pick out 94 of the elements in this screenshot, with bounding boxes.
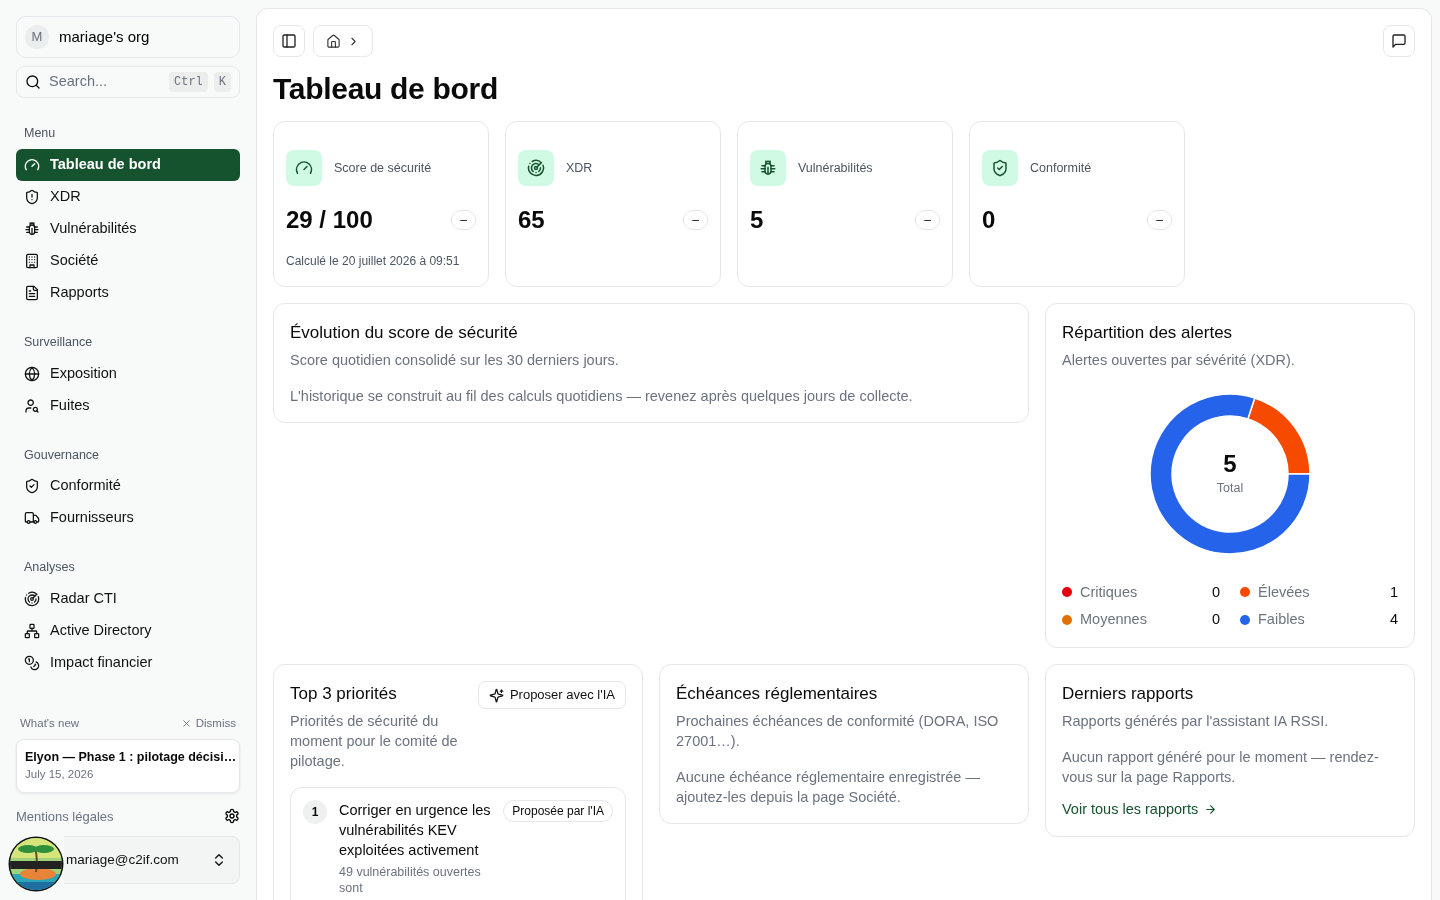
section-label: Surveillance bbox=[23, 333, 94, 351]
card-title: Répartition des alertes bbox=[1062, 322, 1234, 344]
card-title: Évolution du score de sécurité bbox=[290, 322, 519, 344]
legend-label: Moyennes bbox=[1080, 610, 1148, 630]
legend-count: 0 bbox=[1211, 610, 1220, 630]
nav-item[interactable]: Vulnérabilités bbox=[16, 212, 240, 245]
news-card[interactable]: Elyon — Phase 1 : pilotage décisi… July 15, 2026 bbox=[16, 738, 240, 793]
card-subtitle: Priorités de sécurité du moment pour le comité de pilotage. bbox=[290, 711, 459, 771]
network-icon bbox=[24, 623, 40, 639]
sparkles-icon bbox=[488, 687, 504, 703]
user-menu-button[interactable]: mariage@c2if.com bbox=[64, 836, 240, 884]
coins-icon bbox=[24, 655, 40, 671]
legend-count: 0 bbox=[1211, 582, 1220, 602]
empty-message: Aucun rapport généré pour le moment — rendez-vous sur la page Rapports. bbox=[1062, 747, 1380, 787]
legend-label: Critiques bbox=[1080, 582, 1139, 602]
bug-icon bbox=[24, 220, 40, 237]
home-breadcrumb[interactable] bbox=[313, 25, 373, 57]
user-search-icon bbox=[24, 397, 40, 414]
nav-item[interactable]: Tableau de bord bbox=[16, 148, 240, 181]
rank-badge: 1 bbox=[303, 799, 327, 824]
card-subtitle: Score quotidien consolidé sur les 30 derniers jours. bbox=[290, 350, 620, 370]
org-avatar: M bbox=[25, 25, 49, 49]
gauge-icon bbox=[24, 156, 40, 173]
nav-item[interactable]: Conformité bbox=[16, 470, 240, 503]
legend-label: Élevées bbox=[1258, 582, 1311, 602]
sidebar-icon bbox=[281, 33, 297, 49]
gauge-icon bbox=[286, 150, 322, 186]
card-title: Échéances réglementaires bbox=[676, 683, 879, 705]
stat-label: Conformité bbox=[1030, 159, 1092, 177]
stat-value: 29 / 100 bbox=[286, 205, 373, 235]
ai-suggest-button[interactable]: Proposer avec l'IA bbox=[477, 681, 626, 709]
card-title: Top 3 priorités bbox=[290, 683, 398, 705]
radar-icon bbox=[24, 591, 40, 607]
nav-item[interactable]: Rapports bbox=[16, 276, 240, 309]
sidebar-toggle-button[interactable] bbox=[273, 25, 305, 57]
reports-link[interactable]: Voir tous les rapports bbox=[1062, 798, 1218, 821]
card-subtitle: Rapports générés par l'assistant IA RSSI. bbox=[1062, 711, 1330, 731]
legend-label: Faibles bbox=[1258, 610, 1306, 630]
nav-item[interactable]: Société bbox=[16, 244, 240, 277]
dismiss-button[interactable]: Dismiss bbox=[180, 715, 236, 733]
arrow-icon bbox=[1204, 802, 1218, 816]
nav-item[interactable]: XDR bbox=[16, 180, 240, 213]
truck-icon bbox=[24, 510, 40, 527]
priority-description: 49 vulnérabilités ouvertes sont bbox=[339, 863, 482, 896]
empty-message: L'historique se construit au fil des calculs quotidiens — revenez après quelques jours de collecte. bbox=[290, 386, 914, 406]
nav-item[interactable]: Exposition bbox=[16, 357, 240, 390]
nav-item[interactable]: Radar CTI bbox=[16, 583, 240, 615]
close-icon bbox=[180, 718, 192, 730]
section-label: Menu bbox=[23, 125, 57, 142]
search-icon bbox=[25, 74, 41, 90]
stat-value: 5 bbox=[750, 205, 764, 235]
stat-label: Score de sécurité bbox=[334, 159, 432, 177]
nav-item[interactable]: Active Directory bbox=[16, 615, 240, 647]
building-icon bbox=[24, 252, 40, 269]
shortcut-key: Ctrl bbox=[169, 72, 208, 92]
stat-value: 0 bbox=[982, 205, 996, 235]
legend-count: 4 bbox=[1389, 610, 1398, 630]
nav-item[interactable]: Fuites bbox=[16, 389, 240, 422]
card-subtitle: Alertes ouvertes par sévérité (XDR). bbox=[1062, 350, 1296, 370]
settings-button[interactable] bbox=[224, 808, 240, 825]
home-icon bbox=[326, 33, 341, 49]
legal-link[interactable]: Mentions légales bbox=[16, 806, 114, 826]
search-box[interactable]: Search... Ctrl K bbox=[16, 66, 240, 98]
org-switcher[interactable]: M mariage's org bbox=[16, 16, 240, 58]
search-field[interactable]: Search... bbox=[47, 70, 163, 94]
section-label: Analyses bbox=[23, 559, 76, 577]
nav-item[interactable]: Fournisseurs bbox=[16, 502, 240, 535]
page-title: Tableau de bord bbox=[273, 71, 499, 107]
chat-icon bbox=[1391, 33, 1407, 49]
total-label: Total bbox=[1216, 479, 1244, 497]
stat-note: Calculé le 20 juillet 2026 à 09:51 bbox=[286, 253, 461, 270]
stat-label: XDR bbox=[566, 159, 593, 177]
card-subtitle: Prochaines échéances de conformité (DORA, ISO 27001…). bbox=[676, 711, 1000, 751]
legend-count: 1 bbox=[1389, 582, 1398, 602]
bug-icon bbox=[750, 150, 786, 186]
stat-value: 65 bbox=[518, 205, 545, 235]
card-title: Derniers rapports bbox=[1062, 683, 1195, 705]
globe-icon bbox=[24, 365, 40, 382]
stat-label: Vulnérabilités bbox=[798, 159, 873, 177]
news-date: July 15, 2026 bbox=[25, 767, 95, 783]
section-label: What's new bbox=[20, 716, 80, 732]
document-icon bbox=[24, 284, 40, 301]
section-label: Gouvernance bbox=[23, 446, 101, 464]
radar-icon bbox=[518, 150, 554, 186]
empty-message: Aucune échéance réglementaire enregistrée — ajoutez-les depuis la page Société. bbox=[676, 767, 981, 807]
shield-check-icon bbox=[982, 150, 1018, 186]
shield-check-icon bbox=[24, 478, 40, 495]
shield-icon bbox=[24, 188, 40, 205]
priority-title: Corriger en urgence les vulnérabilités KEV exploitées activement bbox=[339, 800, 492, 860]
total-value: 5 bbox=[1222, 449, 1238, 478]
settings-icon bbox=[224, 808, 240, 825]
shortcut-key: K bbox=[213, 72, 231, 92]
nav-item[interactable]: Impact financier bbox=[16, 647, 240, 679]
chat-button[interactable] bbox=[1383, 25, 1415, 57]
